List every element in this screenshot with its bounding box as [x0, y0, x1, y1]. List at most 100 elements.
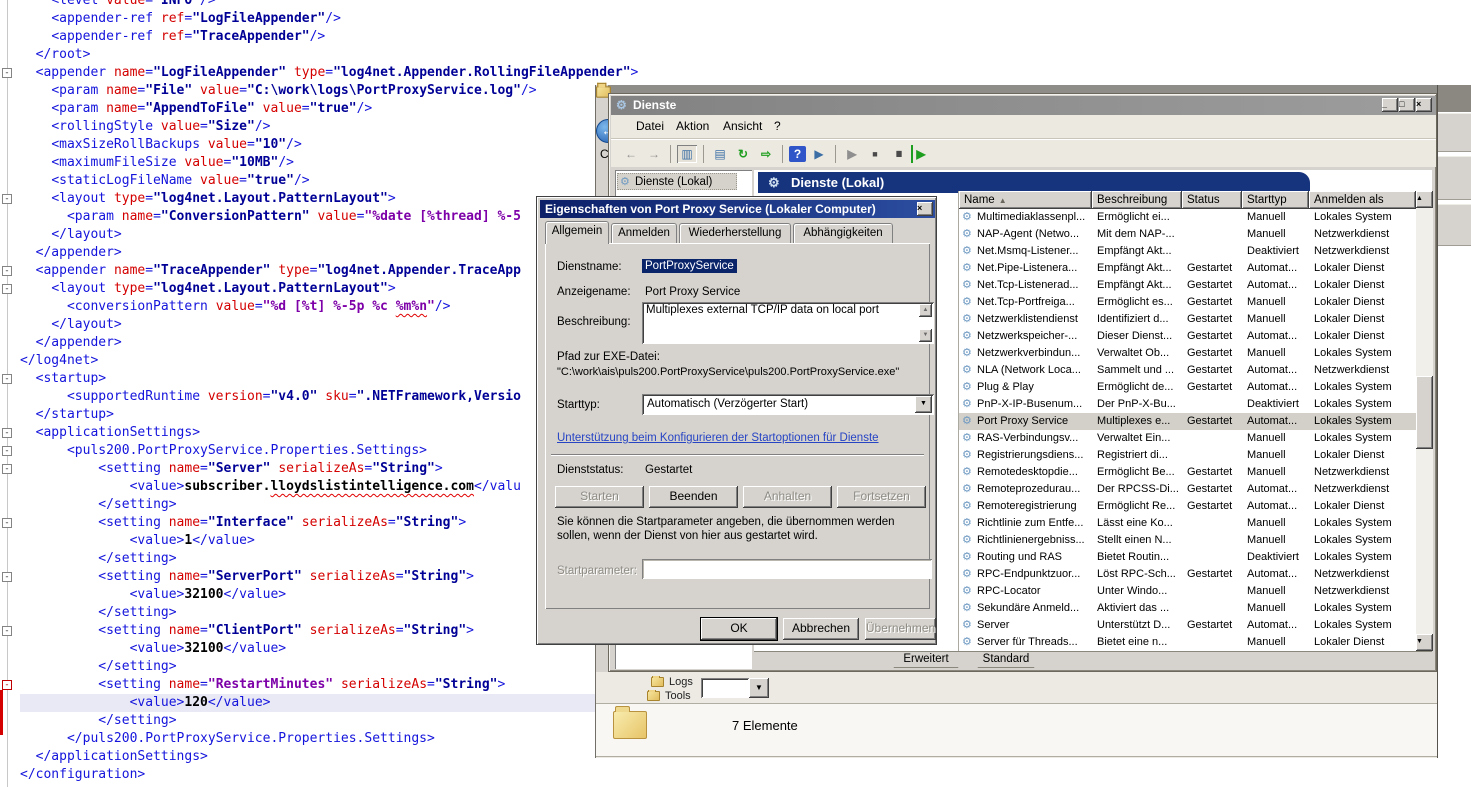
fold-marker[interactable]: -	[2, 266, 12, 276]
close-button[interactable]: ×	[1416, 98, 1432, 112]
startoptions-help-link[interactable]: Unterstützung beim Konfigurieren der Sta…	[557, 432, 879, 444]
code-line-34[interactable]: <value>32100</value>	[20, 586, 286, 604]
code-line-11[interactable]: <staticLogFileName value="true"/>	[20, 172, 310, 190]
service-row-net-msmq-listener-[interactable]: ⚙Net.Msmq-Listener...Empfängt Akt...Deak…	[959, 243, 1416, 260]
code-line-29[interactable]: </setting>	[20, 496, 177, 514]
service-row-netzwerkspeicher-[interactable]: ⚙Netzwerkspeicher-...Dieser Dienst...Ges…	[959, 328, 1416, 345]
service-row-plug-play[interactable]: ⚙Plug & PlayErmöglicht de...GestartetAut…	[959, 379, 1416, 396]
service-row-rpc-locator[interactable]: ⚙RPC-LocatorUnter Windo...ManuellNetzwer…	[959, 583, 1416, 600]
explorer-combo-dropdown[interactable]: ▼	[749, 678, 769, 698]
start-service-icon[interactable]: ▶	[842, 145, 862, 163]
description-scroll-up-icon[interactable]: ▲	[919, 304, 932, 317]
service-row-multimediaklassenpl-[interactable]: ⚙Multimediaklassenpl...Ermöglicht ei...M…	[959, 209, 1416, 226]
code-line-42[interactable]: </puls200.PortProxyService.Properties.Se…	[20, 730, 435, 748]
service-row-ras-verbindungsv-[interactable]: ⚙RAS-Verbindungsv...Verwaltet Ein...Manu…	[959, 430, 1416, 447]
fold-marker[interactable]: -	[2, 374, 12, 384]
anhalten-button[interactable]: Anhalten	[743, 486, 832, 508]
beenden-button[interactable]: Beenden	[649, 486, 738, 508]
startparameter-input[interactable]	[642, 559, 932, 579]
forward-icon[interactable]: →	[644, 145, 664, 163]
code-line-3[interactable]: <appender-ref ref="TraceAppender"/>	[20, 28, 325, 46]
menu-ansicht[interactable]: Ansicht	[723, 119, 762, 133]
scroll-down-button[interactable]: ▼	[1416, 634, 1433, 651]
tab-wiederherstellung[interactable]: Wiederherstellung	[679, 223, 791, 243]
code-line-9[interactable]: <maxSizeRollBackups value="10"/>	[20, 136, 302, 154]
code-line-4[interactable]: </root>	[20, 46, 90, 64]
code-line-14[interactable]: </layout>	[20, 226, 122, 244]
uebernehmen-button[interactable]: Übernehmen	[865, 618, 936, 640]
service-row-net-pipe-listenera-[interactable]: ⚙Net.Pipe-Listenera...Empfängt Akt...Ges…	[959, 260, 1416, 277]
code-line-31[interactable]: <value>1</value>	[20, 532, 255, 550]
menu-hilfe[interactable]: ?	[774, 119, 781, 133]
refresh-icon[interactable]: ↻	[733, 145, 753, 163]
service-row-netzwerklistendienst[interactable]: ⚙NetzwerklistendienstIdentifiziert d...G…	[959, 311, 1416, 328]
restart-service-icon[interactable]: ▶	[911, 145, 928, 163]
code-line-41[interactable]: </setting>	[20, 712, 177, 730]
code-line-40[interactable]: <value>120</value>	[20, 694, 595, 712]
service-row-richtlinie-zum-entfe-[interactable]: ⚙Richtlinie zum Entfe...Lässt eine Ko...…	[959, 515, 1416, 532]
code-line-26[interactable]: <puls200.PortProxyService.Properties.Set…	[20, 442, 427, 460]
dialog-close-button[interactable]: ×	[917, 202, 933, 216]
code-line-23[interactable]: <supportedRuntime version="v4.0" sku=".N…	[20, 388, 521, 406]
fold-marker[interactable]: -	[2, 446, 12, 456]
code-line-13[interactable]: <param name="ConversionPattern" value="%…	[20, 208, 521, 226]
service-row-netzwerkverbindun-[interactable]: ⚙Netzwerkverbindun...Verwaltet Ob...Gest…	[959, 345, 1416, 362]
scroll-up-button[interactable]: ▲	[1416, 191, 1433, 208]
tree-item-dienste-lokal[interactable]: ⚙ Dienste (Lokal)	[617, 173, 737, 190]
fold-marker[interactable]: -	[2, 518, 12, 528]
fold-marker[interactable]: -	[2, 464, 12, 474]
pause-service-icon[interactable]: ▮▮	[888, 145, 908, 163]
code-line-12[interactable]: <layout type="log4net.Layout.PatternLayo…	[20, 190, 396, 208]
code-line-28[interactable]: <value>subscriber.lloydslistintelligence…	[20, 478, 521, 496]
fold-marker[interactable]: -	[2, 68, 12, 78]
code-line-44[interactable]: </configuration>	[20, 766, 145, 784]
service-row-nla-network-loca-[interactable]: ⚙NLA (Network Loca...Sammelt und ...Gest…	[959, 362, 1416, 379]
back-icon[interactable]: ←	[621, 145, 641, 163]
code-line-36[interactable]: <setting name="ClientPort" serializeAs="…	[20, 622, 474, 640]
fold-marker-changed[interactable]: -	[2, 680, 12, 690]
service-row-server-f-r-threads-[interactable]: ⚙Server für Threads...Bietet eine n...Ma…	[959, 634, 1416, 651]
tab-standard[interactable]: Standard	[970, 652, 1042, 668]
code-line-8[interactable]: <rollingStyle value="Size"/>	[20, 118, 270, 136]
service-row-remotedesktopdie-[interactable]: ⚙Remotedesktopdie...Ermöglicht Be...Gest…	[959, 464, 1416, 481]
code-line-21[interactable]: </log4net>	[20, 352, 98, 370]
service-row-registrierungsdiens-[interactable]: ⚙Registrierungsdiens...Registriert di...…	[959, 447, 1416, 464]
service-row-sekund-re-anmeld-[interactable]: ⚙Sekundäre Anmeld...Aktiviert das ...Man…	[959, 600, 1416, 617]
properties-icon[interactable]: ▤	[710, 145, 730, 163]
maximize-button[interactable]: □	[1399, 98, 1415, 112]
fold-marker[interactable]: -	[2, 194, 12, 204]
code-line-24[interactable]: </startup>	[20, 406, 114, 424]
code-line-17[interactable]: <layout type="log4net.Layout.PatternLayo…	[20, 280, 396, 298]
scroll-thumb[interactable]	[1416, 376, 1433, 449]
column-header-status[interactable]: Status	[1182, 191, 1242, 209]
code-line-27[interactable]: <setting name="Server" serializeAs="Stri…	[20, 460, 443, 478]
code-line-10[interactable]: <maximumFileSize value="10MB"/>	[20, 154, 294, 172]
code-line-5[interactable]: <appender name="LogFileAppender" type="l…	[20, 64, 638, 82]
code-line-30[interactable]: <setting name="Interface" serializeAs="S…	[20, 514, 466, 532]
service-row-pnp-x-ip-busenum-[interactable]: ⚙PnP-X-IP-Busenum...Der PnP-X-Bu...Deakt…	[959, 396, 1416, 413]
starten-button[interactable]: Starten	[555, 486, 644, 508]
code-line-38[interactable]: </setting>	[20, 658, 177, 676]
code-line-37[interactable]: <value>32100</value>	[20, 640, 286, 658]
starttyp-dropdown-icon[interactable]: ▼	[915, 396, 932, 413]
code-line-33[interactable]: <setting name="ServerPort" serializeAs="…	[20, 568, 474, 586]
value-dienstname[interactable]: PortProxyService	[642, 259, 737, 273]
code-line-32[interactable]: </setting>	[20, 550, 177, 568]
code-line-18[interactable]: <conversionPattern value="%d [%t] %-5p %…	[20, 298, 451, 316]
description-scroll-down-icon[interactable]: ▼	[919, 329, 932, 342]
explorer-combo-field[interactable]	[701, 678, 749, 698]
code-line-1[interactable]: <level value="INFO"/>	[20, 0, 216, 10]
stop-service-icon[interactable]: ■	[865, 145, 885, 163]
column-header-beschreibung[interactable]: Beschreibung	[1092, 191, 1182, 209]
code-line-6[interactable]: <param name="File" value="C:\work\logs\P…	[20, 82, 537, 100]
fold-marker[interactable]: -	[2, 428, 12, 438]
dialog-titlebar[interactable]: Eigenschaften von Port Proxy Service (Lo…	[540, 200, 935, 218]
abbrechen-button[interactable]: Abbrechen	[783, 618, 859, 640]
services-titlebar[interactable]: ⚙ Dienste _ □ ×	[611, 96, 1436, 115]
code-line-22[interactable]: <startup>	[20, 370, 106, 388]
service-row-port-proxy-service[interactable]: ⚙Port Proxy ServiceMultiplexes e...Gesta…	[959, 413, 1416, 430]
fold-marker[interactable]: -	[2, 626, 12, 636]
minimize-button[interactable]: _	[1382, 98, 1398, 112]
service-row-richtlinienergebniss-[interactable]: ⚙Richtlinienergebniss...Stellt einen N..…	[959, 532, 1416, 549]
ok-button[interactable]: OK	[701, 618, 777, 640]
